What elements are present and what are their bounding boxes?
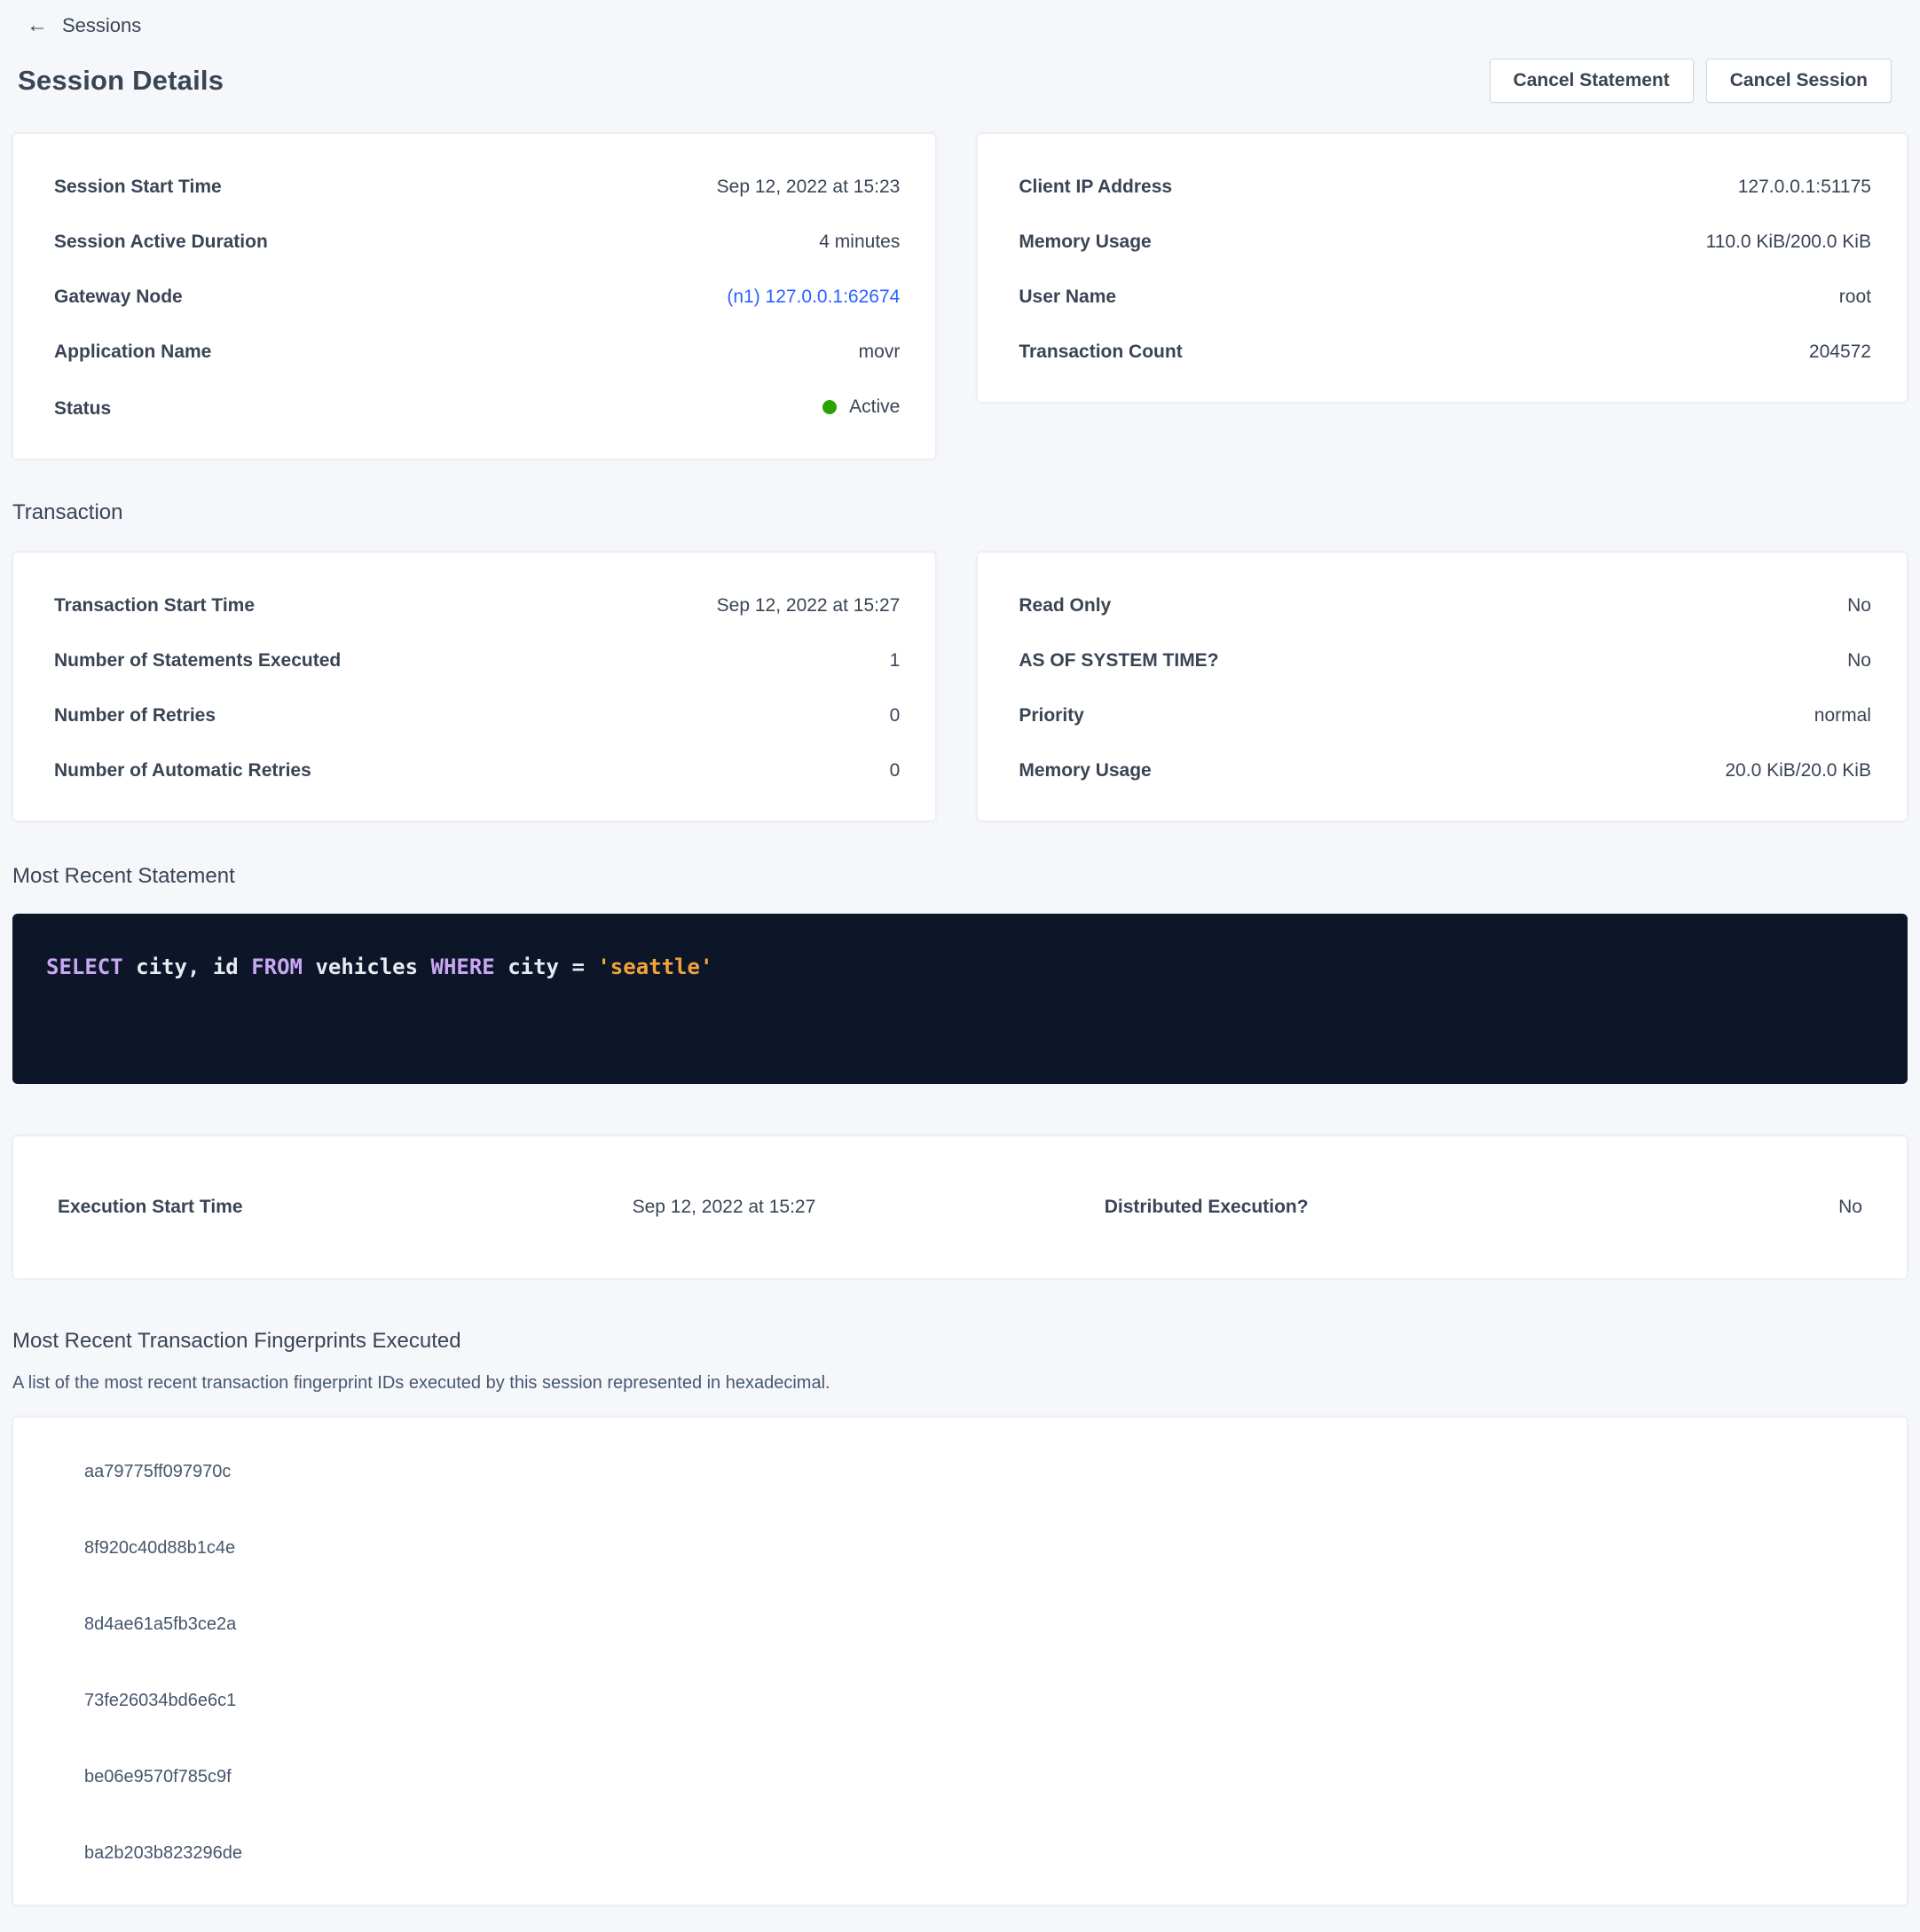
breadcrumb: ← Sessions bbox=[0, 0, 1920, 37]
fingerprint-id: 8d4ae61a5fb3ce2a bbox=[52, 1614, 1868, 1635]
gateway-node-link[interactable]: (n1) 127.0.0.1:62674 bbox=[727, 287, 900, 308]
execution-card: Execution Start Time Sep 12, 2022 at 15:… bbox=[12, 1135, 1908, 1279]
row-label: Priority bbox=[1019, 705, 1084, 726]
row-label: User Name bbox=[1019, 287, 1116, 308]
cancel-statement-button[interactable]: Cancel Statement bbox=[1490, 59, 1694, 103]
status-value: Active bbox=[849, 397, 900, 418]
row-value: root bbox=[1839, 287, 1871, 308]
row-label: Distributed Execution? bbox=[1105, 1197, 1309, 1218]
row-value: Sep 12, 2022 at 15:23 bbox=[717, 177, 901, 198]
row-label: Number of Statements Executed bbox=[54, 650, 341, 671]
transaction-section-heading: Transaction bbox=[12, 500, 1908, 525]
session-details-page: ← Sessions Session Details Cancel Statem… bbox=[0, 0, 1920, 1932]
back-link-label: Sessions bbox=[62, 14, 141, 37]
row-label: Session Start Time bbox=[54, 177, 222, 198]
session-info-card: Session Start Time Sep 12, 2022 at 15:23… bbox=[12, 133, 936, 459]
row-label: Gateway Node bbox=[54, 287, 183, 308]
page-header: Session Details Cancel Statement Cancel … bbox=[18, 59, 1892, 103]
distributed-execution-pair: Distributed Execution? No bbox=[1105, 1197, 1862, 1218]
fingerprint-id: aa79775ff097970c bbox=[52, 1462, 1868, 1482]
transaction-memory-usage-row: Memory Usage 20.0 KiB/20.0 KiB bbox=[1019, 760, 1871, 781]
fingerprint-id: ba2b203b823296de bbox=[52, 1843, 1868, 1864]
sql-string-literal: 'seattle' bbox=[597, 954, 712, 979]
row-value: movr bbox=[859, 342, 901, 363]
sql-statement: SELECT city, id FROM vehicles WHERE city… bbox=[46, 954, 1874, 979]
sql-statement-box: SELECT city, id FROM vehicles WHERE city… bbox=[12, 914, 1908, 1084]
status-row: Status Active bbox=[54, 397, 900, 420]
sql-keyword: SELECT bbox=[46, 954, 123, 979]
status-active-dot-icon bbox=[822, 400, 837, 414]
fingerprints-section-heading: Most Recent Transaction Fingerprints Exe… bbox=[12, 1329, 1908, 1354]
page-title: Session Details bbox=[18, 65, 224, 97]
back-arrow-icon: ← bbox=[27, 15, 48, 36]
row-label: Number of Retries bbox=[54, 705, 216, 726]
session-active-duration-row: Session Active Duration 4 minutes bbox=[54, 232, 900, 253]
row-value: 1 bbox=[890, 650, 901, 671]
row-value: Sep 12, 2022 at 15:27 bbox=[717, 595, 901, 617]
sql-keyword: FROM bbox=[251, 954, 303, 979]
application-name-row: Application Name movr bbox=[54, 342, 900, 363]
status-badge: Active bbox=[822, 397, 900, 418]
row-label: Transaction Start Time bbox=[54, 595, 255, 617]
session-summary-row: Session Start Time Sep 12, 2022 at 15:23… bbox=[12, 133, 1908, 459]
client-info-card: Client IP Address 127.0.0.1:51175 Memory… bbox=[977, 133, 1908, 403]
statement-section-heading: Most Recent Statement bbox=[12, 864, 1908, 889]
transaction-cards-row: Transaction Start Time Sep 12, 2022 at 1… bbox=[12, 552, 1908, 821]
row-value: No bbox=[1838, 1197, 1862, 1218]
fingerprints-card: aa79775ff097970c 8f920c40d88b1c4e 8d4ae6… bbox=[12, 1417, 1908, 1905]
row-value: normal bbox=[1814, 705, 1871, 726]
row-value: 20.0 KiB/20.0 KiB bbox=[1725, 760, 1871, 781]
sql-keyword: WHERE bbox=[431, 954, 495, 979]
row-label: Number of Automatic Retries bbox=[54, 760, 311, 781]
row-value: No bbox=[1847, 595, 1871, 617]
memory-usage-row: Memory Usage 110.0 KiB/200.0 KiB bbox=[1019, 232, 1871, 253]
sql-text: city = bbox=[495, 954, 598, 979]
sql-text: vehicles bbox=[303, 954, 431, 979]
automatic-retries-row: Number of Automatic Retries 0 bbox=[54, 760, 900, 781]
read-only-row: Read Only No bbox=[1019, 595, 1871, 617]
header-actions: Cancel Statement Cancel Session bbox=[1490, 59, 1892, 103]
gateway-node-row: Gateway Node (n1) 127.0.0.1:62674 bbox=[54, 287, 900, 308]
statements-executed-row: Number of Statements Executed 1 bbox=[54, 650, 900, 671]
row-label: Transaction Count bbox=[1019, 342, 1182, 363]
fingerprint-id: be06e9570f785c9f bbox=[52, 1767, 1868, 1787]
row-value: 4 minutes bbox=[819, 232, 900, 253]
row-label: AS OF SYSTEM TIME? bbox=[1019, 650, 1218, 671]
fingerprint-id: 8f920c40d88b1c4e bbox=[52, 1538, 1868, 1559]
sql-text: city, id bbox=[123, 954, 252, 979]
row-label: Read Only bbox=[1019, 595, 1111, 617]
row-label: Memory Usage bbox=[1019, 760, 1151, 781]
row-label: Session Active Duration bbox=[54, 232, 268, 253]
row-value: No bbox=[1847, 650, 1871, 671]
transaction-right-card: Read Only No AS OF SYSTEM TIME? No Prior… bbox=[977, 552, 1908, 821]
cancel-session-button[interactable]: Cancel Session bbox=[1706, 59, 1892, 103]
row-value: 127.0.0.1:51175 bbox=[1738, 177, 1871, 198]
transaction-left-card: Transaction Start Time Sep 12, 2022 at 1… bbox=[12, 552, 936, 821]
fingerprint-id: 73fe26034bd6e6c1 bbox=[52, 1691, 1868, 1711]
row-value: 0 bbox=[890, 705, 901, 726]
row-value: 204572 bbox=[1809, 342, 1871, 363]
row-value: 110.0 KiB/200.0 KiB bbox=[1706, 232, 1871, 253]
retries-row: Number of Retries 0 bbox=[54, 705, 900, 726]
session-start-time-row: Session Start Time Sep 12, 2022 at 15:23 bbox=[54, 177, 900, 198]
row-label: Application Name bbox=[54, 342, 211, 363]
fingerprints-description: A list of the most recent transaction fi… bbox=[12, 1373, 1908, 1394]
row-label: Memory Usage bbox=[1019, 232, 1151, 253]
row-value: Sep 12, 2022 at 15:27 bbox=[633, 1197, 816, 1218]
row-label: Client IP Address bbox=[1019, 177, 1172, 198]
priority-row: Priority normal bbox=[1019, 705, 1871, 726]
row-label: Execution Start Time bbox=[58, 1197, 243, 1218]
back-to-sessions-link[interactable]: ← Sessions bbox=[27, 14, 141, 37]
transaction-count-row: Transaction Count 204572 bbox=[1019, 342, 1871, 363]
as-of-system-time-row: AS OF SYSTEM TIME? No bbox=[1019, 650, 1871, 671]
row-value: 0 bbox=[890, 760, 901, 781]
transaction-start-time-row: Transaction Start Time Sep 12, 2022 at 1… bbox=[54, 595, 900, 617]
row-label: Status bbox=[54, 398, 111, 420]
execution-start-time-pair: Execution Start Time Sep 12, 2022 at 15:… bbox=[58, 1197, 815, 1218]
user-name-row: User Name root bbox=[1019, 287, 1871, 308]
client-ip-row: Client IP Address 127.0.0.1:51175 bbox=[1019, 177, 1871, 198]
